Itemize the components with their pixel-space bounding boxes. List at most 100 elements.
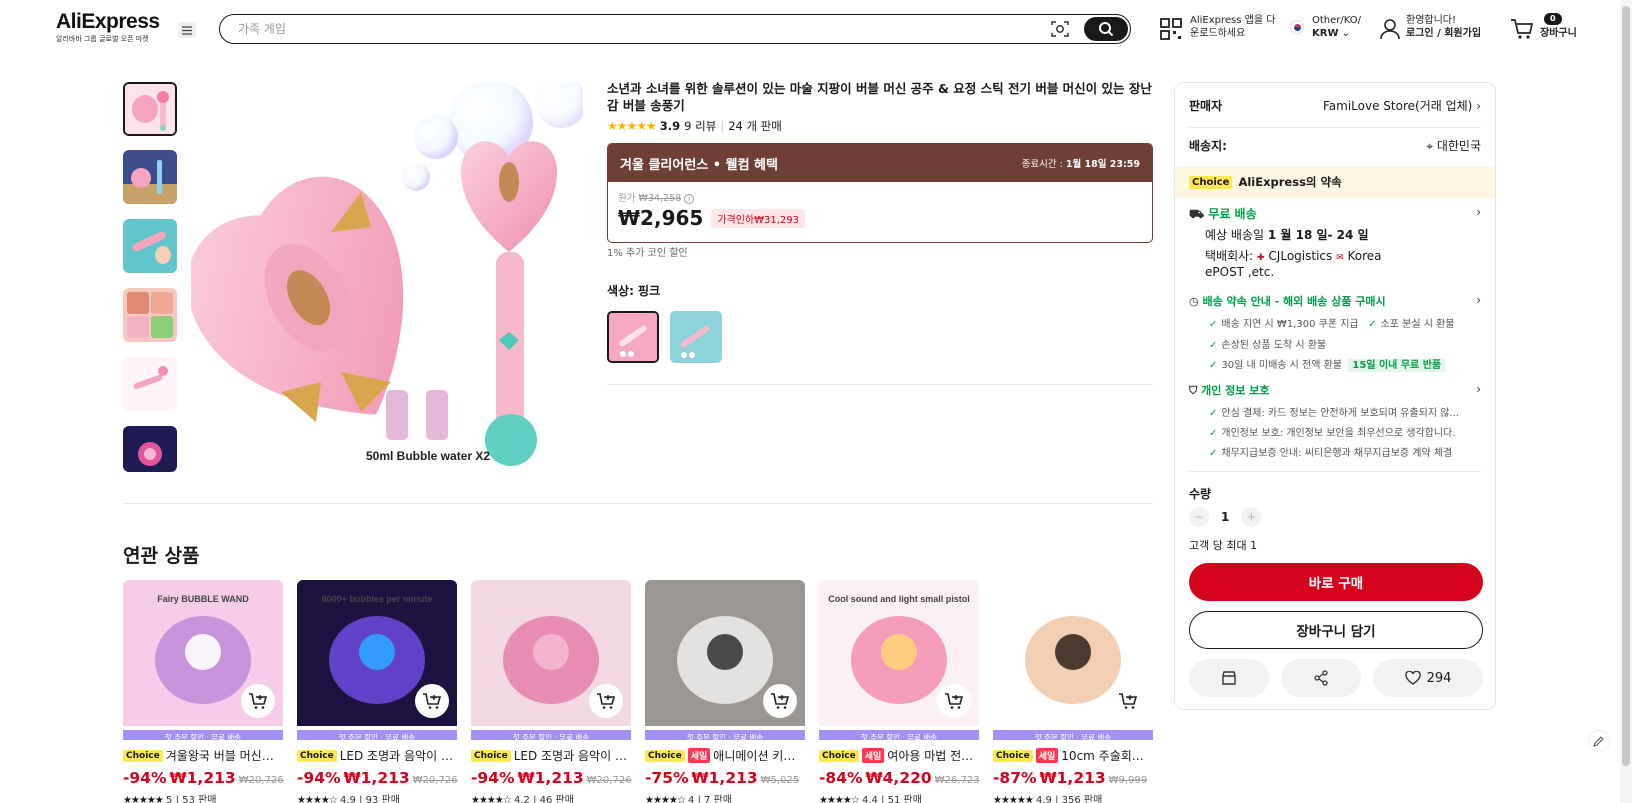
scrollbar-thumb[interactable]	[1622, 6, 1630, 766]
thumbnail-1[interactable]	[123, 82, 177, 136]
divider	[1189, 471, 1481, 472]
store-button[interactable]	[1189, 659, 1269, 697]
shipping-strip: 첫 주문 할인 · 무료 배송	[645, 730, 805, 740]
sale-price: ₩1,213	[691, 769, 758, 787]
product-name-text: 10cm 주술회전 ...	[1061, 749, 1153, 763]
thumbnail-2[interactable]	[123, 150, 177, 204]
related-product-card[interactable]: 첫 주문 할인 · 무료 배송 Choice LED 조명과 음악이 있... -94…	[471, 580, 632, 803]
ship-to-row[interactable]: 배송지: ⌖ 대한민국	[1189, 137, 1481, 154]
free-shipping-row[interactable]: ⛟ 무료 배송 ›	[1189, 205, 1481, 223]
ship-to-value[interactable]: ⌖ 대한민국	[1426, 137, 1481, 154]
product-name[interactable]: Choice 세일 10cm 주술회전 ...	[993, 747, 1153, 764]
rating-value: 4	[688, 795, 695, 803]
search-button[interactable]	[1084, 17, 1128, 41]
quick-add-cart-button[interactable]	[1111, 684, 1145, 718]
product-title: 소년과 소녀를 위한 솔루션이 있는 마술 지팡이 버블 머신 공주 & 요정 …	[607, 81, 1152, 113]
clock-shield-icon: ◷	[1189, 295, 1199, 308]
region-currency-selector[interactable]: Other/KO/KRW ⌄	[1290, 14, 1361, 40]
cart-plus-icon	[597, 693, 616, 709]
wishlist-button[interactable]: 294	[1373, 659, 1483, 697]
product-thumbnail[interactable]: 첫 주문 할인 · 무료 배송	[471, 580, 631, 740]
region-text: Other/KO/KRW ⌄	[1312, 15, 1362, 39]
aliexpress-logo[interactable]: AliExpress	[56, 10, 160, 34]
product-thumbnail[interactable]: 첫 주문 할인 · 무료 배송	[993, 580, 1153, 740]
rating-row: ★★★★★ 5 | 53 판매	[123, 791, 283, 803]
rating-row: ★★★★☆ 4.4 | 51 판매	[819, 791, 979, 803]
rating-row: ★★★★☆ 4.9 | 93 판매	[297, 791, 457, 803]
product-name[interactable]: Choice 세일 여아용 마법 전기...	[819, 747, 979, 764]
seller-row[interactable]: 판매자 FamiLove Store(거래 업체) ›	[1189, 97, 1481, 114]
app-download-link[interactable]: AliExpress 앱을 다 운로드하세요	[1160, 14, 1275, 40]
choice-banner: Choice AliExpress의 약속	[1175, 167, 1495, 197]
related-product-card[interactable]: 첫 주문 할인 · 무료 배송 Choice 세일 10cm 주술회전 ... -87%…	[993, 580, 1153, 803]
product-name[interactable]: Choice LED 조명과 음악이 포...	[297, 747, 457, 764]
privacy-row[interactable]: ⛉ 개인 정보 보호 ›	[1189, 382, 1481, 398]
image-text: Fairy BUBBLE WAND	[157, 594, 249, 604]
quantity-value[interactable]: 1	[1221, 510, 1229, 524]
search-input[interactable]	[238, 20, 938, 38]
related-product-card[interactable]: Fairy BUBBLE WAND 첫 주문 할인 · 무료 배송 Choice 겨울…	[123, 580, 284, 803]
price-area: 원가 ₩34,258 i ₩2,965 가격인하₩31,293	[608, 182, 1152, 238]
scrollbar[interactable]	[1620, 0, 1632, 803]
account-text: 환영합니다! 로그인 / 회원가입	[1406, 15, 1482, 39]
product-name[interactable]: Choice 세일 애니메이션 키체...	[645, 747, 805, 764]
quick-add-cart-button[interactable]	[763, 684, 797, 718]
delivery-promise-row[interactable]: ◷ 배송 약속 안내 - 해외 배송 상품 구매시 ›	[1189, 293, 1481, 309]
quick-add-cart-button[interactable]	[937, 684, 971, 718]
related-product-card[interactable]: Cool sound and light small pistol 첫 주문 할인…	[819, 580, 980, 803]
review-count-link[interactable]: 9 리뷰	[684, 118, 716, 134]
sale-price: ₩1,213	[343, 769, 410, 787]
user-icon	[1380, 19, 1400, 40]
color-swatch-blue[interactable]	[670, 311, 722, 363]
logo-tagline: 알리바바 그룹 글로벌 오픈 마켓	[56, 35, 149, 43]
qr-code-icon	[1160, 18, 1182, 40]
product-thumbnail[interactable]: Fairy BUBBLE WAND 첫 주문 할인 · 무료 배송	[123, 580, 283, 740]
product-name[interactable]: Choice 겨울왕국 버블 머신에...	[123, 747, 283, 764]
category-menu-button[interactable]	[178, 22, 196, 38]
quick-add-cart-button[interactable]	[415, 684, 449, 718]
thumbnail-4[interactable]	[123, 288, 177, 342]
promo-end: 종료시간 : 1월 18일 23:59	[1021, 159, 1140, 170]
color-swatch-pink[interactable]	[607, 311, 659, 363]
related-product-card[interactable]: 첫 주문 할인 · 무료 배송 Choice 세일 애니메이션 키체... -75% ₩1…	[645, 580, 805, 803]
main-product-image[interactable]: 50ml Bubble water X2	[191, 82, 583, 476]
product-thumbnail[interactable]: Cool sound and light small pistol 첫 주문 할인…	[819, 580, 979, 740]
sold-count: 53 판매	[182, 795, 217, 803]
carrier-row: 택배회사: ✚ CJLogistics ✉ Korea	[1205, 249, 1382, 263]
quick-add-cart-button[interactable]	[589, 684, 623, 718]
shipping-strip: 첫 주문 할인 · 무료 배송	[819, 730, 979, 740]
info-icon[interactable]: i	[684, 194, 695, 204]
product-thumbnail[interactable]: 첫 주문 할인 · 무료 배송	[645, 580, 805, 740]
image-text: Cool sound and light small pistol	[828, 594, 970, 604]
chevron-right-icon: ›	[1476, 293, 1481, 307]
product-name[interactable]: Choice LED 조명과 음악이 있...	[471, 747, 631, 764]
thumbnail-5[interactable]	[123, 357, 177, 411]
rating-stars: ★★★★★	[607, 119, 657, 133]
add-to-cart-button[interactable]: 장바구니 담기	[1189, 611, 1483, 649]
cart-link[interactable]: 0 장바구니	[1510, 13, 1577, 40]
feedback-button[interactable]	[1588, 730, 1610, 752]
related-product-card[interactable]: 6000+ bubbles per minute 첫 주문 할인 · 무료 배송 C…	[297, 580, 458, 803]
sale-badge: 세일	[687, 748, 711, 763]
thumbnail-6[interactable]	[123, 426, 177, 472]
buy-now-button[interactable]: 바로 구매	[1189, 563, 1483, 601]
delivery-promise-item: ✓ 배송 지연 시 ₩1,300 쿠폰 지급 ✓ 소포 분실 시 환불	[1209, 319, 1455, 330]
cart-plus-icon	[1119, 693, 1138, 709]
rating-row: ★★★★☆ 4 | 7 판매	[645, 791, 805, 803]
image-text: 6000+ bubbles per minute	[322, 594, 433, 604]
promo-price-box: 겨울 클리어런스 • 웰컴 혜택 종료시간 : 1월 18일 23:59 원가 …	[607, 143, 1153, 243]
divider	[123, 503, 1153, 504]
quick-add-cart-button[interactable]	[241, 684, 275, 718]
original-price: ₩5,025	[760, 775, 800, 786]
product-name-text: LED 조명과 음악이 있...	[513, 749, 631, 763]
product-thumbnail[interactable]: 6000+ bubbles per minute 첫 주문 할인 · 무료 배송	[297, 580, 457, 740]
image-search-button[interactable]	[1050, 20, 1070, 38]
decrease-qty-button[interactable]: −	[1189, 507, 1209, 527]
seller-name[interactable]: FamiLove Store(거래 업체) ›	[1323, 97, 1481, 114]
cart-count-badge: 0	[1544, 13, 1562, 25]
thumbnail-image	[123, 426, 177, 472]
thumbnail-3[interactable]	[123, 219, 177, 273]
account-menu[interactable]: 환영합니다! 로그인 / 회원가입	[1380, 14, 1481, 40]
share-button[interactable]	[1281, 659, 1361, 697]
increase-qty-button[interactable]: +	[1241, 507, 1262, 527]
